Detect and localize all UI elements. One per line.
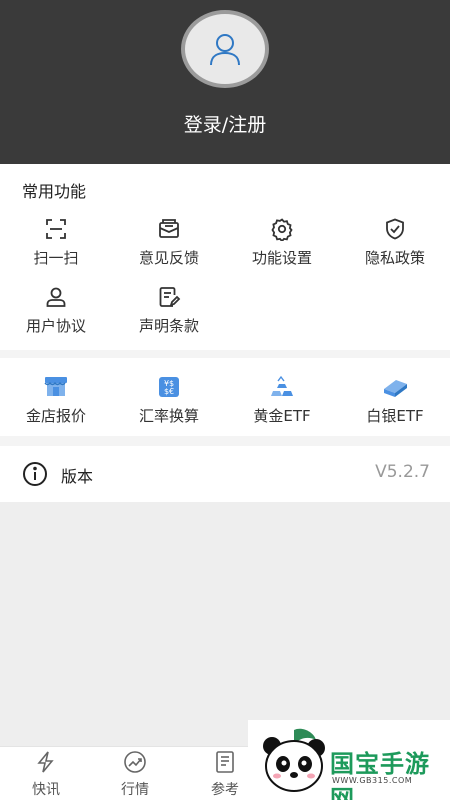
profile-header: 登录/注册 <box>0 0 450 164</box>
tab-flash-news[interactable]: 快讯 <box>16 751 76 799</box>
gold-etf-button[interactable]: 黄金ETF <box>226 374 338 434</box>
gold-bars-icon <box>268 374 296 400</box>
silver-etf-button[interactable]: 白银ETF <box>339 374 450 434</box>
settings-button[interactable]: 功能设置 <box>226 216 338 276</box>
user-agreement-button[interactable]: 用户协议 <box>0 284 112 344</box>
disclaimer-label: 声明条款 <box>138 317 199 335</box>
version-value: V5.2.7 <box>375 462 430 482</box>
user-avatar-icon <box>210 34 240 66</box>
trend-icon <box>123 751 147 777</box>
gold-store-price-button[interactable]: 金店报价 <box>0 374 112 434</box>
tools-card: 金店报价 ¥ $ $ € 汇率换算 黄金ETF 白银ETF <box>0 358 450 436</box>
settings-label: 功能设置 <box>251 249 312 267</box>
silver-etf-label: 白银ETF <box>366 407 424 425</box>
privacy-policy-label: 隐私政策 <box>364 249 425 267</box>
gear-icon <box>270 216 294 242</box>
tab-reference[interactable]: 参考 <box>195 751 255 799</box>
shield-check-icon <box>383 216 407 242</box>
section-title: 常用功能 <box>22 182 87 201</box>
flash-icon <box>34 751 58 777</box>
panda-logo <box>263 728 325 792</box>
tab-flash-news-label: 快讯 <box>32 782 60 798</box>
version-label: 版本 <box>61 467 94 486</box>
user-agreement-label: 用户协议 <box>25 317 86 335</box>
user-icon <box>44 284 68 310</box>
tab-market[interactable]: 行情 <box>105 751 165 799</box>
watermark-text: 国宝手游网 <box>330 750 430 800</box>
watermark-url: WWW.GB315.COM <box>332 776 413 785</box>
login-register-link[interactable]: 登录/注册 <box>0 110 450 137</box>
exchange-rate-label: 汇率换算 <box>138 407 199 425</box>
info-icon <box>22 461 48 491</box>
empty-area <box>0 502 450 746</box>
disclaimer-button[interactable]: 声明条款 <box>113 284 225 344</box>
scan-button[interactable]: 扫一扫 <box>0 216 112 276</box>
common-functions-card: 常用功能 扫一扫 意见反馈 功能设置 隐私政策 用户协议 声明条款 <box>0 164 450 350</box>
reference-icon <box>213 751 237 777</box>
gold-store-icon <box>43 374 69 400</box>
version-row[interactable]: 版本 V5.2.7 <box>0 446 450 502</box>
privacy-policy-button[interactable]: 隐私政策 <box>339 216 450 276</box>
scan-label: 扫一扫 <box>33 249 79 267</box>
exchange-icon: ¥ $ $ € <box>157 374 181 400</box>
feedback-button[interactable]: 意见反馈 <box>113 216 225 276</box>
tab-reference-label: 参考 <box>211 782 239 798</box>
exchange-rate-button[interactable]: ¥ $ $ € 汇率换算 <box>113 374 225 434</box>
svg-text:€: € <box>169 387 174 396</box>
feedback-icon <box>157 216 181 242</box>
tab-market-label: 行情 <box>121 782 149 798</box>
scan-icon <box>44 216 68 242</box>
document-edit-icon <box>157 284 181 310</box>
watermark: 国宝手游网 WWW.GB315.COM <box>248 720 450 800</box>
gold-store-price-label: 金店报价 <box>25 407 86 425</box>
avatar[interactable] <box>181 10 269 88</box>
gold-etf-label: 黄金ETF <box>253 407 311 425</box>
feedback-label: 意见反馈 <box>138 249 199 267</box>
silver-bar-icon <box>380 374 410 400</box>
